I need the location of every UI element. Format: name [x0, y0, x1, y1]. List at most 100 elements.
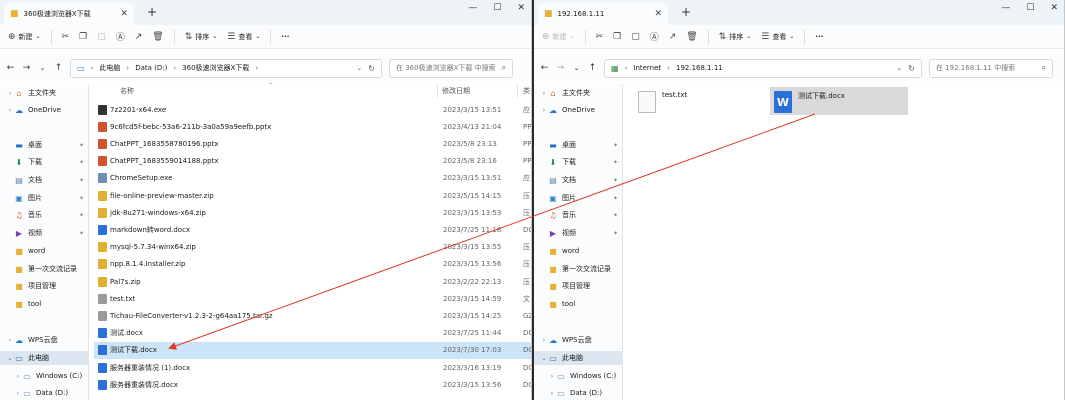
sort-button[interactable]: ⇅ 排序 ⌄	[719, 32, 752, 42]
paste-button[interactable]: ▢	[631, 32, 640, 42]
sidebar-item[interactable]: ♫ 音乐 ✦	[0, 208, 88, 222]
file-row-selected[interactable]: 测试下载.docx 2023/7/30 17:03 DC	[94, 341, 531, 359]
sidebar-item[interactable]: ▤ 文档 ✦	[534, 173, 622, 187]
sidebar-item[interactable]: ■ tool	[0, 297, 88, 311]
breadcrumb-item[interactable]: 360极速浏览器X下载	[182, 63, 249, 73]
sidebar-item[interactable]: › ▭ Windows (C:)	[534, 369, 622, 383]
minimize-icon[interactable]: —	[1001, 3, 1010, 13]
new-tab-button[interactable]: +	[147, 5, 157, 19]
sort-button[interactable]: ⇅ 排序 ⌄	[185, 32, 218, 42]
new-button[interactable]: ⊕ 新建 ⌄	[542, 32, 575, 42]
file-row[interactable]: ChatPPT_1683558780196.pptx 2023/5/8 23:13…	[94, 135, 531, 152]
sidebar-item[interactable]: › ☁ WPS云盘	[534, 333, 622, 347]
copy-button[interactable]: ❐	[613, 32, 621, 42]
file-row[interactable]: 9c6fcd5f-bebc-53a6-211b-3a0a59a9eefb.ppt…	[94, 118, 531, 135]
close-tab-icon[interactable]: ✕	[654, 9, 662, 19]
chevron-down-icon[interactable]: ⌄	[572, 64, 581, 72]
expand-chevron-icon[interactable]: ›	[14, 390, 22, 397]
breadcrumb-item[interactable]: Internet	[633, 64, 661, 72]
new-tab-button[interactable]: +	[681, 5, 691, 19]
breadcrumb-item[interactable]: Data (D:)	[135, 64, 167, 72]
refresh-icon[interactable]: ↻	[908, 64, 915, 73]
sidebar-item[interactable]: ▬ 桌面 ✦	[0, 138, 88, 152]
close-tab-icon[interactable]: ✕	[120, 9, 128, 19]
cut-button[interactable]: ✂	[62, 32, 70, 42]
file-row[interactable]: 测试.docx 2023/7/25 11:44 DC	[94, 325, 531, 342]
file-tile-selected[interactable]: W 测试下载.docx	[770, 87, 908, 115]
chevron-down-icon[interactable]: ⌄	[896, 64, 902, 72]
file-row[interactable]: 7z2201-x64.exe 2023/3/15 13:51 应	[94, 101, 531, 118]
column-header-date[interactable]: 修改日期	[442, 84, 470, 98]
back-icon[interactable]: ←	[540, 63, 549, 73]
sidebar-item[interactable]: ▤ 文档 ✦	[0, 173, 88, 187]
sidebar-item[interactable]: ▶ 视频 ✦	[0, 226, 88, 240]
minimize-icon[interactable]: —	[468, 3, 477, 13]
sidebar-item[interactable]: › ▭ Data (D:)	[534, 386, 622, 400]
sidebar-item[interactable]: ■ 项目管理	[534, 279, 622, 293]
sidebar-item[interactable]: › ☁ OneDrive	[534, 103, 622, 117]
file-row[interactable]: jdk-8u271-windows-x64.zip 2023/3/15 13:53…	[94, 204, 531, 221]
search-input[interactable]: 在 360极速浏览器X下载 中搜索 ⌕	[389, 58, 513, 78]
expand-chevron-icon[interactable]: ›	[548, 373, 556, 380]
sidebar-item[interactable]: ▣ 图片 ✦	[534, 191, 622, 205]
search-input[interactable]: 在 192.168.1.11 中搜索 ⌕	[929, 58, 1053, 78]
more-button[interactable]: ···	[281, 33, 289, 41]
tab-downloads-folder[interactable]: ■ 360极速浏览器X下载 ✕	[4, 3, 134, 25]
forward-icon[interactable]: →	[22, 63, 31, 73]
sidebar-item[interactable]: ■ 项目管理	[0, 279, 88, 293]
share-button[interactable]: ↗	[135, 32, 143, 42]
expand-chevron-icon[interactable]: ›	[6, 107, 14, 114]
file-row[interactable]: test.txt 2023/3/15 14:59 文	[94, 290, 531, 307]
sidebar-item[interactable]: ⌄ ▭ 此电脑	[534, 351, 622, 365]
expand-chevron-icon[interactable]: ›	[548, 390, 556, 397]
copy-button[interactable]: ❐	[79, 32, 87, 42]
delete-button[interactable]: 🗑	[152, 32, 163, 42]
sidebar-item[interactable]: ⬇ 下载 ✦	[534, 155, 622, 169]
sidebar-item[interactable]: ■ word	[0, 244, 88, 258]
tab-network-folder[interactable]: ■ 192.168.1.11 ✕	[538, 3, 668, 25]
more-button[interactable]: ···	[815, 33, 823, 41]
sidebar-item[interactable]: ▶ 视频 ✦	[534, 226, 622, 240]
sidebar-item[interactable]: › ☁ WPS云盘	[0, 333, 88, 347]
file-row[interactable]: 服务器重装情况.docx 2023/3/15 13:56 DC	[94, 376, 531, 393]
sidebar-item[interactable]: ⌄ ▭ 此电脑	[0, 351, 88, 365]
up-icon[interactable]: ↑	[588, 63, 597, 73]
breadcrumb-item[interactable]: 此电脑	[99, 63, 120, 73]
new-button[interactable]: ⊕ 新建 ⌄	[8, 32, 41, 42]
sidebar-item[interactable]: ⬇ 下载 ✦	[0, 155, 88, 169]
rename-button[interactable]: Ⓐ	[116, 30, 125, 43]
expand-chevron-icon[interactable]: ›	[540, 107, 548, 114]
file-row[interactable]: Tichau-FileConverter-v1.2.3-2-g64aa175.t…	[94, 307, 531, 324]
expand-chevron-icon[interactable]: ⌄	[6, 355, 14, 362]
sidebar-item[interactable]: › ⌂ 主文件夹	[0, 86, 88, 100]
expand-chevron-icon[interactable]: ›	[540, 337, 548, 344]
file-row[interactable]: ChromeSetup.exe 2023/3/15 13:51 应	[94, 170, 531, 187]
file-tile[interactable]: test.txt	[634, 87, 764, 115]
share-button[interactable]: ↗	[669, 32, 677, 42]
maximize-icon[interactable]: ☐	[1026, 3, 1034, 13]
file-row[interactable]: mysql-5.7.34-winx64.zip 2023/3/15 13:55 压	[94, 239, 531, 256]
close-window-icon[interactable]: ✕	[1050, 3, 1058, 13]
address-bar[interactable]: ▦ › Internet › 192.168.1.11 ⌄ ↻	[604, 58, 922, 78]
sidebar-item[interactable]: ■ tool	[534, 297, 622, 311]
chevron-down-icon[interactable]: ⌄	[38, 64, 47, 72]
expand-chevron-icon[interactable]: ›	[14, 373, 22, 380]
sidebar-item[interactable]: ▣ 图片 ✦	[0, 191, 88, 205]
delete-button[interactable]: 🗑	[686, 32, 697, 42]
up-icon[interactable]: ↑	[54, 63, 63, 73]
file-row[interactable]: 服务器重装情况 (1).docx 2023/3/16 13:19 DC	[94, 359, 531, 376]
sidebar-item[interactable]: › ▭ Windows (C:)	[0, 369, 88, 383]
view-button[interactable]: ☰ 查看 ⌄	[227, 32, 260, 42]
paste-button[interactable]: ▢	[97, 32, 106, 42]
expand-chevron-icon[interactable]: ›	[6, 90, 14, 97]
column-header-type[interactable]: 类	[523, 84, 530, 98]
file-row[interactable]: markdown转word.docx 2023/7/25 11:18 DC	[94, 221, 531, 238]
sidebar-item[interactable]: › ☁ OneDrive	[0, 103, 88, 117]
view-button[interactable]: ☰ 查看 ⌄	[761, 32, 794, 42]
maximize-icon[interactable]: ☐	[493, 3, 501, 13]
sidebar-item[interactable]: ▬ 桌面 ✦	[534, 138, 622, 152]
breadcrumb-item[interactable]: 192.168.1.11	[676, 64, 723, 72]
back-icon[interactable]: ←	[6, 63, 15, 73]
sidebar-item[interactable]: › ▭ Data (D:)	[0, 386, 88, 400]
sidebar-item[interactable]: ♫ 音乐 ✦	[534, 208, 622, 222]
